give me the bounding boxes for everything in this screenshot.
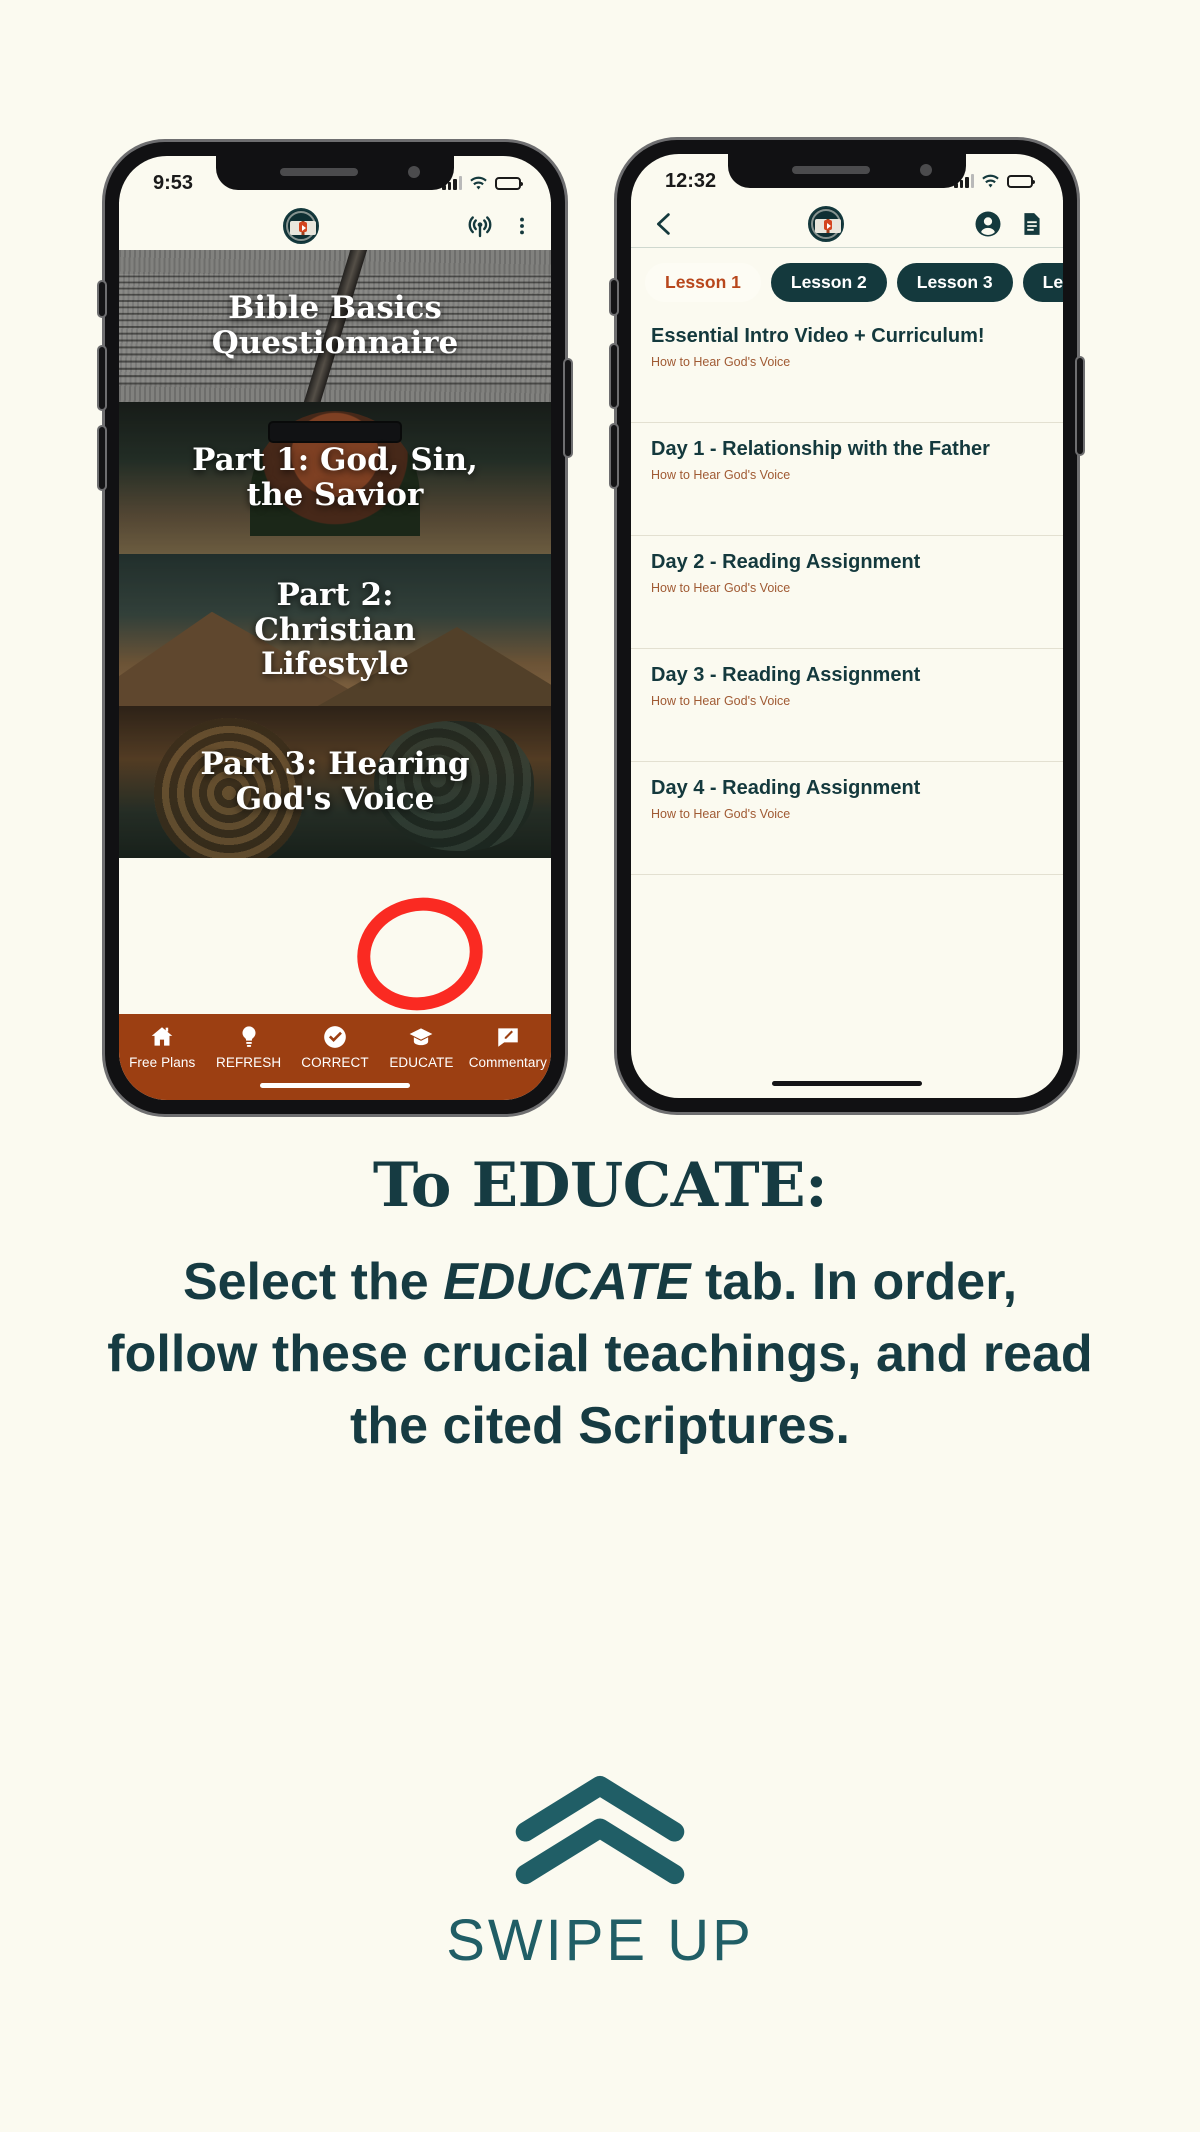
card-title: Bible Basics Questionnaire	[211, 290, 459, 361]
lesson-subtitle: How to Hear God's Voice	[651, 468, 791, 482]
plan-card[interactable]: Bible Basics Questionnaire	[119, 250, 551, 402]
caption-block: To EDUCATE: Select the EDUCATE tab. In o…	[0, 1150, 1200, 1462]
list-item[interactable]: Day 4 - Reading Assignment How to Hear G…	[631, 762, 1063, 875]
tab-label: CORRECT	[301, 1055, 369, 1070]
mute-switch	[99, 282, 105, 316]
document-icon[interactable]	[1019, 209, 1045, 239]
power-button	[1077, 358, 1083, 454]
swipe-up-label: SWIPE UP	[446, 1908, 754, 1973]
notch	[728, 154, 966, 188]
tab-label: EDUCATE	[389, 1055, 454, 1070]
card-title: Part 3: Hearing God's Voice	[200, 746, 470, 817]
card-title: Part 1: God, Sin, the Savior	[192, 442, 478, 513]
lesson-tab-2[interactable]: Lesson 2	[770, 262, 887, 302]
power-button	[565, 360, 571, 456]
story-canvas: 9:53 Bible Basics Questionnaire Part 1: …	[0, 0, 1200, 2132]
comment-edit-icon	[495, 1024, 521, 1050]
lesson-tab-4[interactable]: Lesson 4	[1022, 262, 1063, 302]
lesson-list: Essential Intro Video + Curriculum! How …	[631, 310, 1063, 1064]
home-icon	[149, 1024, 175, 1050]
plan-card[interactable]: Part 1: God, Sin, the Savior	[119, 402, 551, 554]
caption-body-emphasis: EDUCATE	[443, 1253, 691, 1311]
battery-icon	[495, 176, 523, 190]
phone-left-screen: 9:53 Bible Basics Questionnaire Part 1: …	[119, 156, 551, 1100]
home-indicator[interactable]	[260, 1083, 410, 1088]
earpiece-speaker	[280, 168, 358, 176]
mute-switch	[611, 280, 617, 314]
tab-free-plans[interactable]: Free Plans	[119, 1024, 205, 1070]
double-chevron-up-icon	[510, 1775, 690, 1885]
plan-card-list: Bible Basics Questionnaire Part 1: God, …	[119, 250, 551, 1100]
lesson-subtitle: How to Hear God's Voice	[651, 581, 791, 595]
phone-mockup-right: 12:32 Lesson 1 Lesson 2 Lesson 3 Le Esse…	[611, 140, 1083, 1112]
tab-correct[interactable]: CORRECT	[292, 1024, 378, 1070]
plan-card[interactable]: Part 2: Christian Lifestyle	[119, 554, 551, 706]
swipe-up-cta[interactable]: SWIPE UP	[0, 1775, 1200, 1974]
lesson-title: Day 3 - Reading Assignment	[651, 664, 921, 686]
tab-educate[interactable]: EDUCATE	[378, 1024, 464, 1070]
lesson-subtitle: How to Hear God's Voice	[651, 355, 791, 369]
tab-label: Commentary	[468, 1055, 547, 1070]
volume-down-button	[611, 425, 617, 487]
back-chevron-icon[interactable]	[649, 209, 679, 239]
lesson-subtitle: How to Hear God's Voice	[651, 807, 791, 821]
caption-body-part1: Select the	[182, 1253, 444, 1311]
lesson-tab-1[interactable]: Lesson 1	[645, 262, 761, 302]
status-icons	[442, 174, 523, 193]
lesson-tab-strip[interactable]: Lesson 1 Lesson 2 Lesson 3 Lesson 4	[631, 254, 1063, 310]
lesson-title: Day 2 - Reading Assignment	[651, 551, 921, 573]
earpiece-speaker	[792, 166, 870, 174]
lightbulb-icon	[236, 1024, 262, 1050]
card-title: Part 2: Christian Lifestyle	[254, 576, 416, 683]
app-logo-icon[interactable]	[808, 205, 844, 242]
broadcast-icon[interactable]	[465, 211, 495, 241]
tab-commentary[interactable]: Commentary	[465, 1024, 551, 1070]
plan-card[interactable]: Part 3: Hearing God's Voice	[119, 706, 551, 858]
home-indicator[interactable]	[772, 1081, 922, 1086]
notch	[216, 156, 454, 190]
status-icons	[954, 172, 1035, 191]
volume-up-button	[99, 347, 105, 409]
list-item[interactable]: Day 2 - Reading Assignment How to Hear G…	[631, 536, 1063, 649]
tab-refresh[interactable]: REFRESH	[205, 1024, 291, 1070]
list-item[interactable]: Essential Intro Video + Curriculum! How …	[631, 310, 1063, 423]
front-camera	[408, 166, 420, 178]
tab-label: REFRESH	[216, 1055, 282, 1070]
lesson-subtitle: How to Hear God's Voice	[651, 694, 791, 708]
app-header-left	[119, 202, 551, 250]
lesson-tab-3[interactable]: Lesson 3	[896, 262, 1013, 302]
app-header-right	[631, 200, 1063, 248]
caption-heading: To EDUCATE:	[372, 1150, 828, 1221]
overflow-menu-icon[interactable]	[511, 211, 533, 241]
lesson-title: Day 1 - Relationship with the Father	[651, 438, 990, 460]
battery-icon	[1007, 174, 1035, 188]
wifi-icon	[981, 172, 1000, 191]
tab-label: Free Plans	[129, 1055, 196, 1070]
graduation-cap-icon	[408, 1024, 434, 1050]
check-circle-icon	[322, 1024, 348, 1050]
phone-right-screen: 12:32 Lesson 1 Lesson 2 Lesson 3 Le Esse…	[631, 154, 1063, 1098]
front-camera	[920, 164, 932, 176]
phone-mockup-left: 9:53 Bible Basics Questionnaire Part 1: …	[99, 142, 571, 1114]
caption-body: Select the EDUCATE tab. In order, follow…	[0, 1247, 1200, 1462]
list-item[interactable]: Day 1 - Relationship with the Father How…	[631, 423, 1063, 536]
volume-down-button	[99, 427, 105, 489]
volume-up-button	[611, 345, 617, 407]
wifi-icon	[469, 174, 488, 193]
lesson-title: Essential Intro Video + Curriculum!	[651, 325, 985, 347]
lesson-title: Day 4 - Reading Assignment	[651, 777, 921, 799]
status-time: 12:32	[665, 169, 717, 192]
app-logo-icon[interactable]	[283, 208, 319, 244]
status-time: 9:53	[153, 171, 194, 194]
account-circle-icon[interactable]	[973, 209, 1003, 239]
list-item[interactable]: Day 3 - Reading Assignment How to Hear G…	[631, 649, 1063, 762]
